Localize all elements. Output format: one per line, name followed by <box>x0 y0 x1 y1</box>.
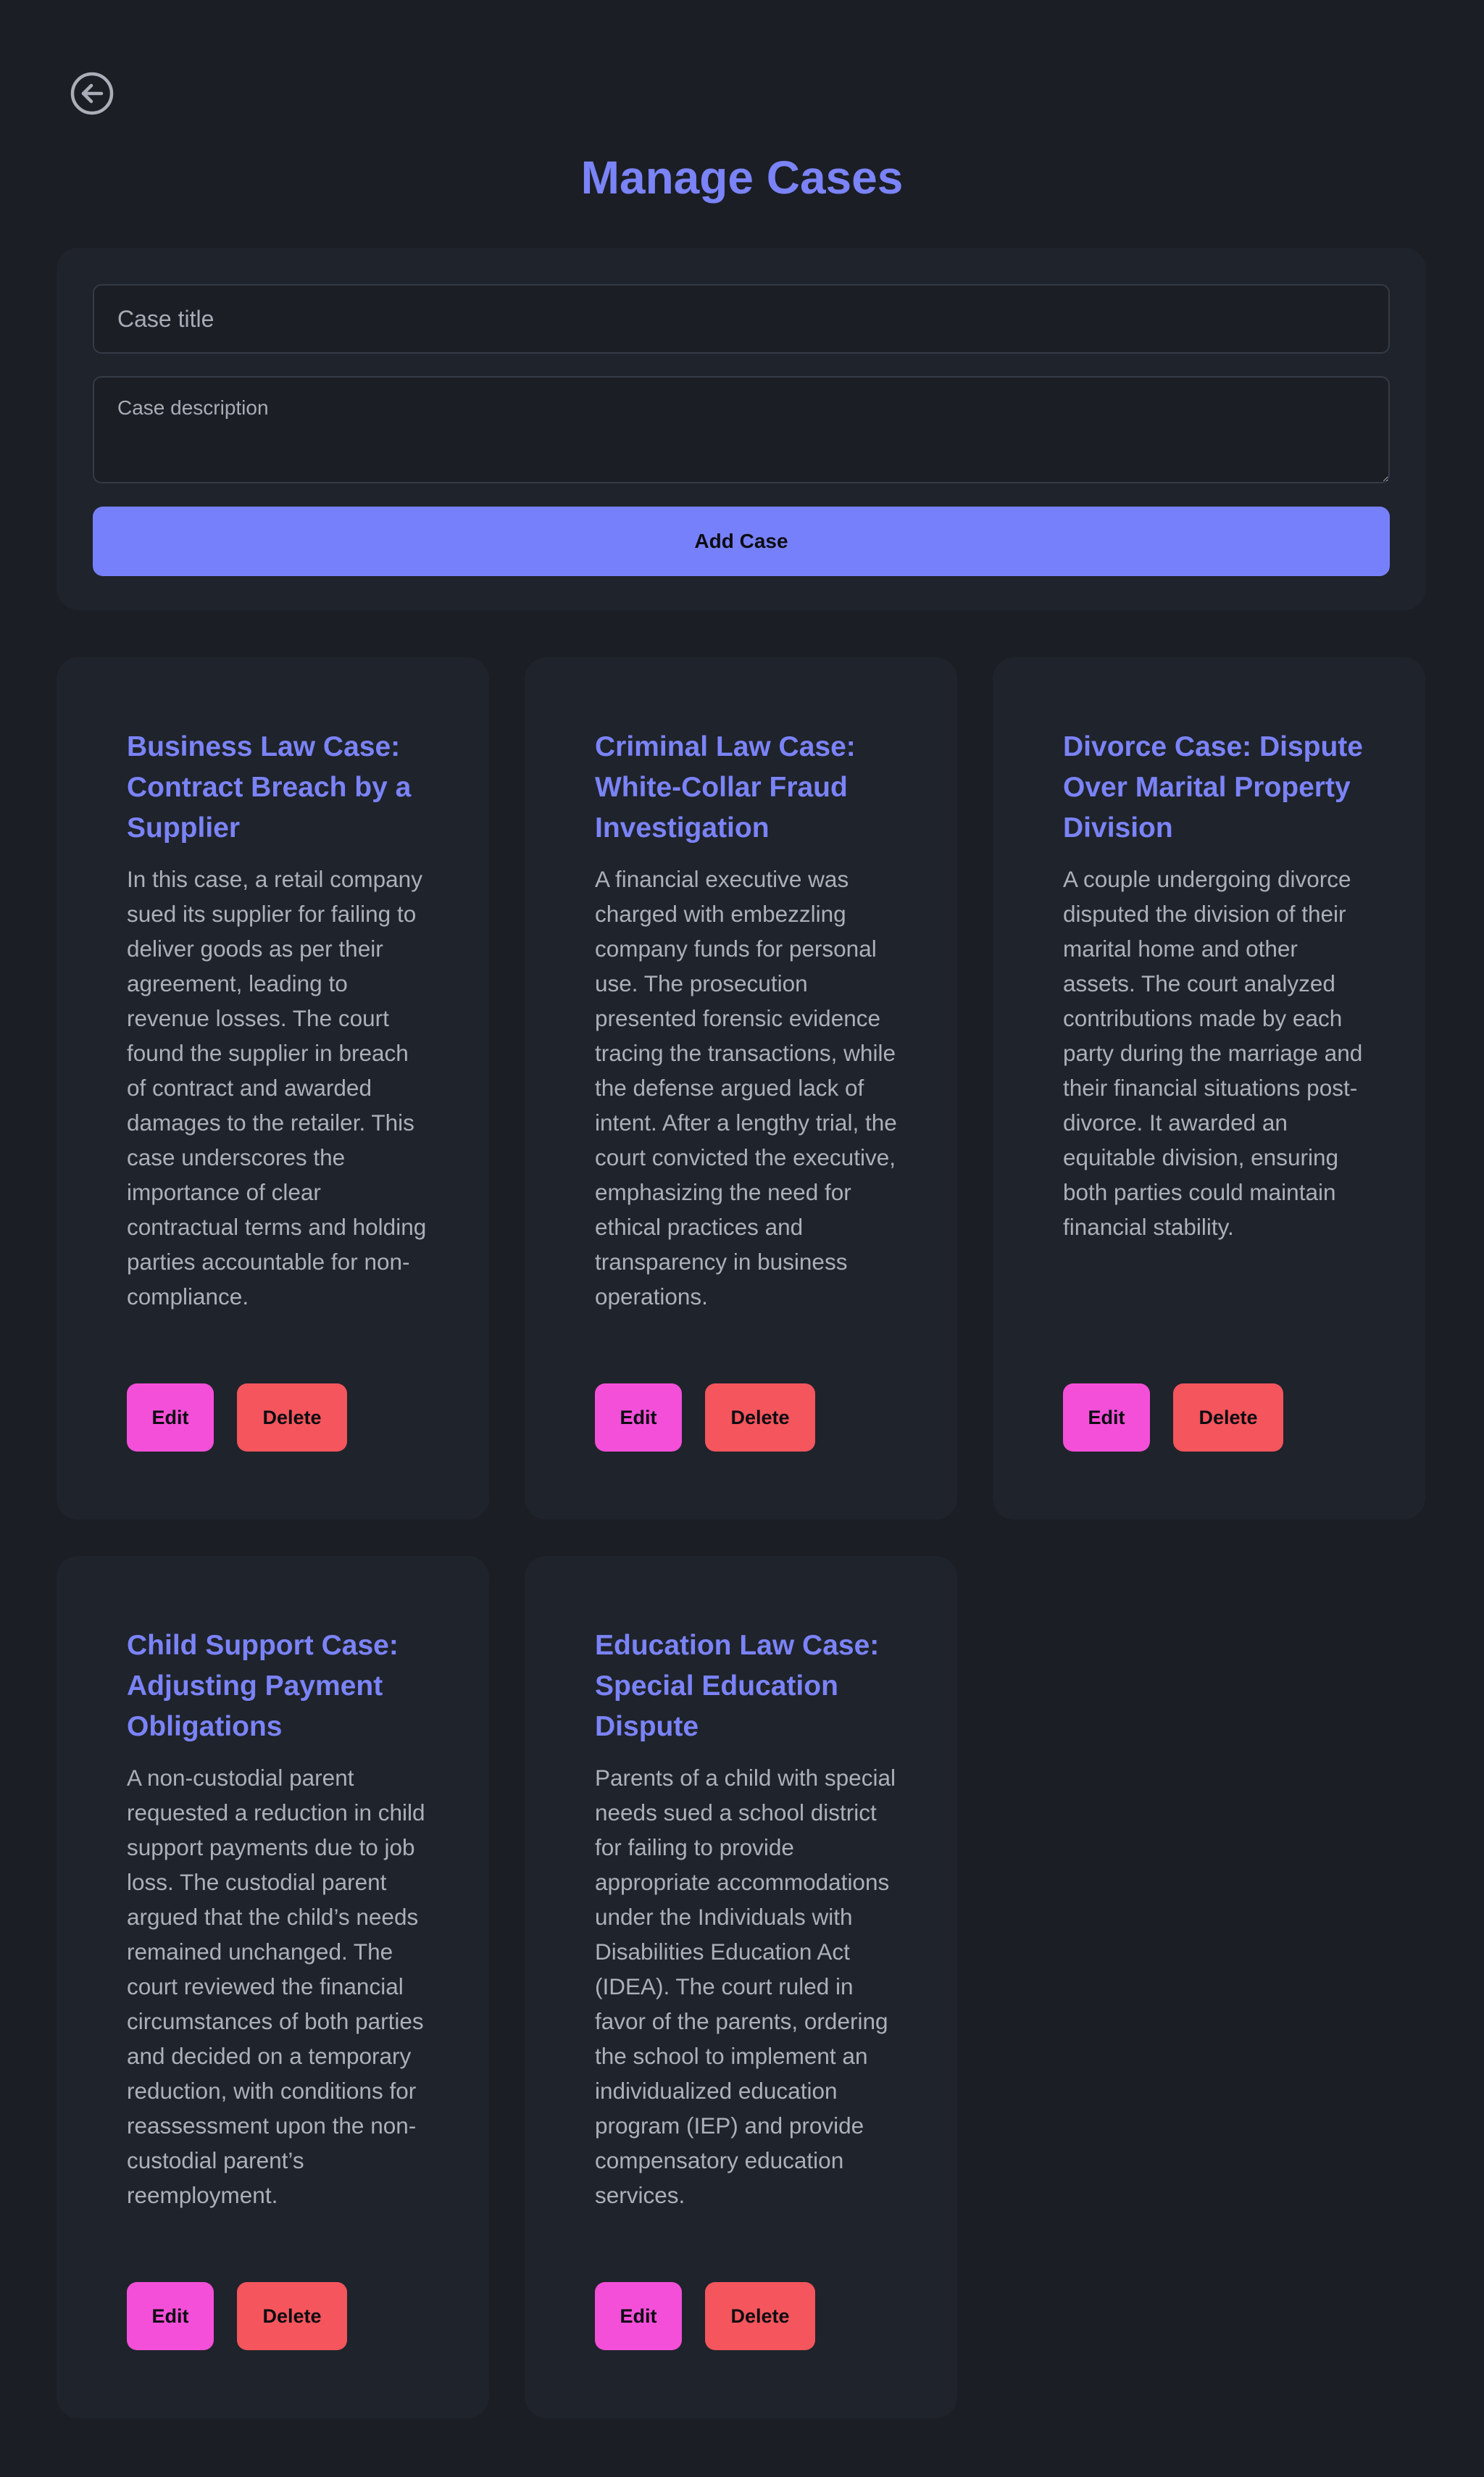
case-card: Education Law Case: Special Education Di… <box>525 1556 957 2418</box>
case-description: In this case, a retail company sued its … <box>127 866 427 1310</box>
edit-button[interactable]: Edit <box>595 1383 682 1452</box>
delete-button[interactable]: Delete <box>705 2282 815 2350</box>
case-title: Criminal Law Case: White-Collar Fraud In… <box>595 731 856 844</box>
case-card: Divorce Case: Dispute Over Marital Prope… <box>993 657 1425 1520</box>
case-title-input[interactable] <box>93 284 1390 354</box>
case-title: Business Law Case: Contract Breach by a … <box>127 731 412 844</box>
back-button[interactable] <box>70 71 114 116</box>
case-description: Parents of a child with special needs su… <box>595 1765 896 2208</box>
delete-button[interactable]: Delete <box>705 1383 815 1452</box>
case-card: Child Support Case: Adjusting Payment Ob… <box>57 1556 489 2418</box>
delete-button[interactable]: Delete <box>237 1383 347 1452</box>
case-description: A financial executive was charged with e… <box>595 866 897 1310</box>
edit-button[interactable]: Edit <box>127 1383 214 1452</box>
delete-button[interactable]: Delete <box>237 2282 347 2350</box>
case-title: Divorce Case: Dispute Over Marital Prope… <box>1063 731 1363 844</box>
case-card: Criminal Law Case: White-Collar Fraud In… <box>525 657 957 1520</box>
edit-button[interactable]: Edit <box>1063 1383 1150 1452</box>
page-title: Manage Cases <box>580 151 904 204</box>
case-description: A non-custodial parent requested a reduc… <box>127 1765 425 2208</box>
delete-button[interactable]: Delete <box>1173 1383 1283 1452</box>
edit-button[interactable]: Edit <box>127 2282 214 2350</box>
case-title: Child Support Case: Adjusting Payment Ob… <box>127 1630 399 1742</box>
case-title: Education Law Case: Special Education Di… <box>595 1630 880 1742</box>
arrow-left-circle-icon <box>70 72 114 115</box>
case-card: Business Law Case: Contract Breach by a … <box>57 657 489 1520</box>
add-case-button[interactable]: Add Case <box>93 507 1390 576</box>
edit-button[interactable]: Edit <box>595 2282 682 2350</box>
case-description-input[interactable] <box>93 376 1390 483</box>
case-description: A couple undergoing divorce disputed the… <box>1063 866 1363 1240</box>
add-case-form: Add Case <box>57 248 1426 610</box>
